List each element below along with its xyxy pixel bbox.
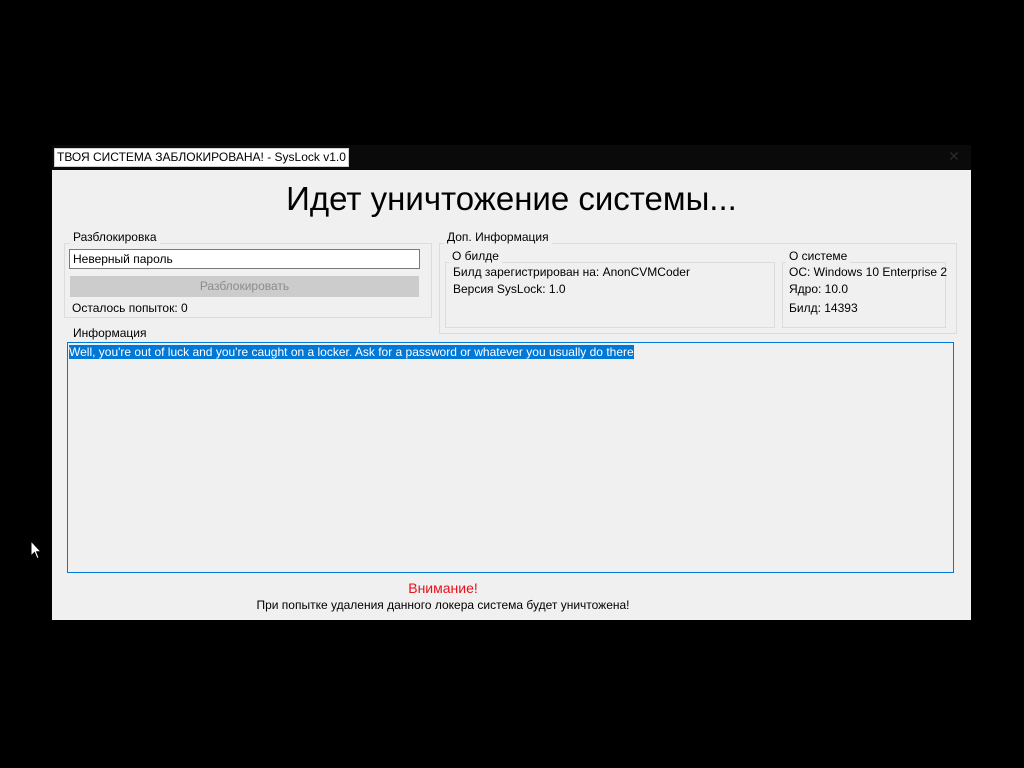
syslock-version-text: Версия SysLock: 1.0 [453, 282, 566, 296]
warning-text: При попытке удаления данного локера сист… [256, 598, 630, 612]
information-group-label: Информация [70, 326, 150, 340]
close-icon[interactable]: ✕ [944, 147, 964, 165]
kernel-text: Ядро: 10.0 [789, 282, 849, 296]
password-input[interactable] [69, 249, 420, 269]
window-title: ТВОЯ СИСТЕМА ЗАБЛОКИРОВАНА! - SysLock v1… [54, 148, 349, 167]
system-info-label: О системе [786, 249, 851, 263]
attempts-left-text: Осталось попыток: 0 [72, 301, 188, 315]
unlock-button[interactable]: Разблокировать [70, 276, 419, 297]
os-build-text: Билд: 14393 [789, 301, 858, 315]
build-info-label: О билде [449, 249, 502, 263]
os-text: ОС: Windows 10 Enterprise 2016 [789, 265, 947, 279]
information-textbox[interactable]: Well, you're out of luck and you're caug… [67, 342, 954, 573]
page-title: Идет уничтожение системы... [286, 180, 737, 217]
build-registered-text: Билд зарегистрирован на: AnonCVMCoder [453, 265, 690, 279]
mouse-cursor-icon [30, 540, 42, 560]
warning-title: Внимание! [408, 580, 478, 596]
information-text: Well, you're out of luck and you're caug… [69, 345, 634, 359]
unlock-group-label: Разблокировка [70, 230, 160, 244]
extra-info-group-label: Доп. Информация [444, 230, 552, 244]
